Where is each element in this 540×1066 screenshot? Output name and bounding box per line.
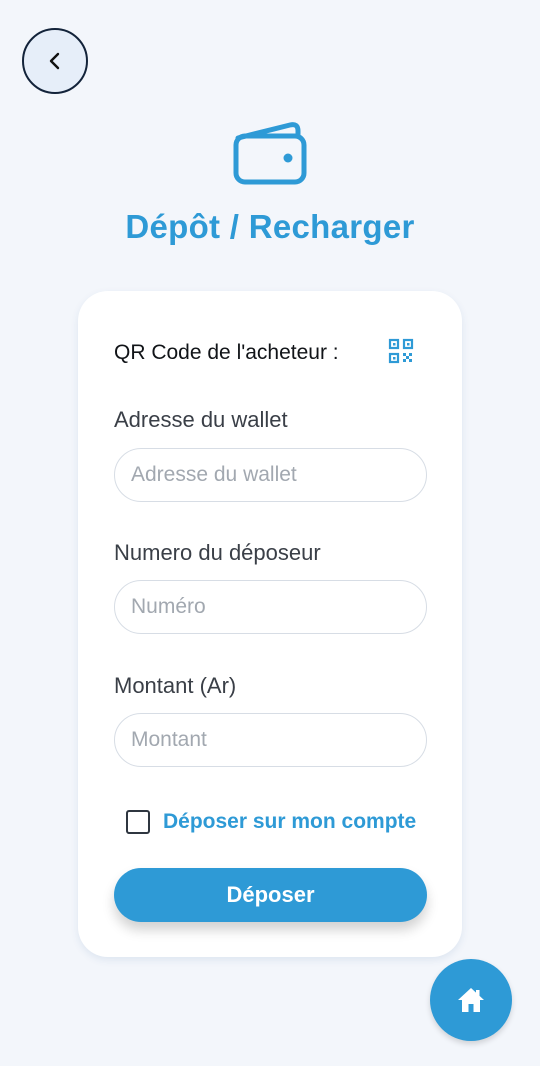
home-icon [458, 988, 484, 1012]
qr-code-row: QR Code de l'acheteur : [114, 338, 414, 365]
deposit-form-card: QR Code de l'acheteur : Adresse du walle… [78, 291, 462, 957]
wallet-address-label: Adresse du wallet [114, 407, 288, 432]
wallet-icon [233, 122, 307, 185]
self-deposit-label[interactable]: Déposer sur mon compte [163, 810, 416, 834]
home-button[interactable] [430, 959, 512, 1041]
self-deposit-option[interactable]: Déposer sur mon compte [126, 810, 416, 834]
depositor-number-label: Numero du déposeur [114, 540, 321, 565]
page-title: Dépôt / Recharger [125, 208, 415, 245]
wallet-address-input[interactable] [114, 448, 427, 502]
self-deposit-checkbox[interactable] [126, 810, 150, 834]
chevron-left-icon [49, 52, 60, 70]
qr-code-label: QR Code de l'acheteur : [114, 341, 339, 364]
back-button[interactable] [22, 28, 88, 94]
amount-label: Montant (Ar) [114, 673, 237, 698]
qr-code-icon[interactable] [388, 338, 414, 364]
deposit-screen: Dépôt / Recharger QR Code de l'acheteur … [0, 0, 540, 1066]
deposit-submit-button[interactable]: Déposer [114, 868, 427, 922]
depositor-number-input[interactable] [114, 580, 427, 634]
amount-input[interactable] [114, 713, 427, 767]
